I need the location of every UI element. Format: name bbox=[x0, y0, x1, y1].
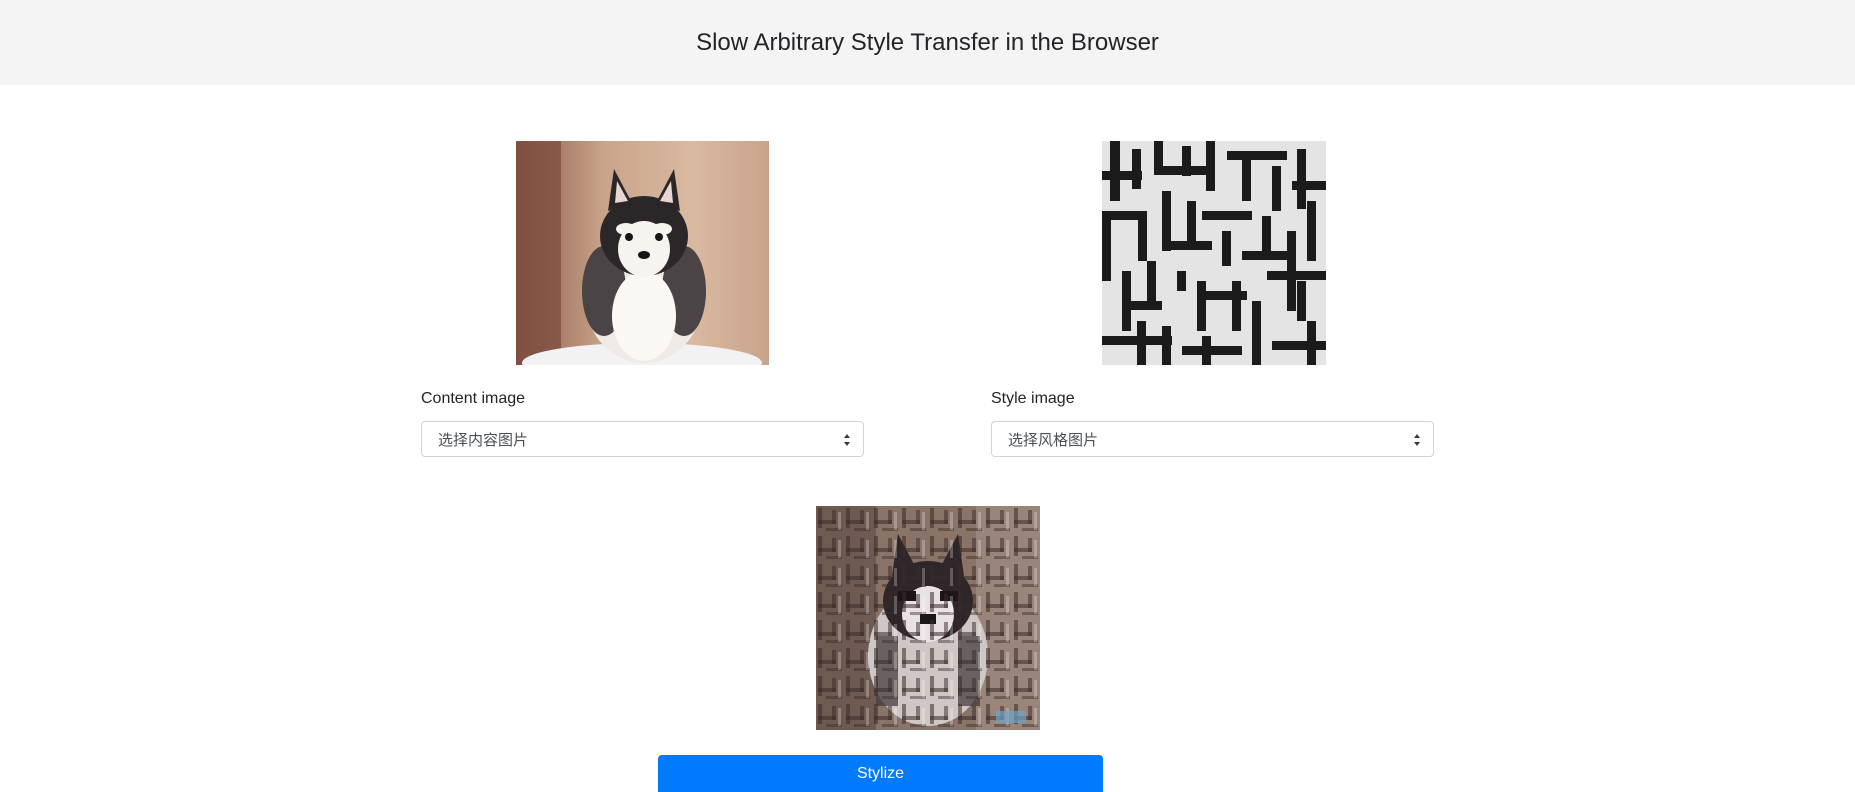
style-image-label: Style image bbox=[991, 390, 1075, 407]
stylized-result-image bbox=[816, 506, 1040, 730]
style-image-select[interactable]: 选择风格图片 bbox=[991, 421, 1434, 457]
select-caret-icon bbox=[1414, 434, 1420, 446]
style-image bbox=[1102, 141, 1326, 365]
page-title: Slow Arbitrary Style Transfer in the Bro… bbox=[696, 28, 1159, 56]
select-caret-icon bbox=[844, 434, 850, 446]
page-header: Slow Arbitrary Style Transfer in the Bro… bbox=[0, 0, 1855, 85]
stylize-button[interactable]: Stylize bbox=[658, 755, 1103, 792]
content-select-value: 选择内容图片 bbox=[438, 430, 529, 449]
style-select-value: 选择风格图片 bbox=[1008, 430, 1099, 449]
content-image-label: Content image bbox=[421, 390, 526, 407]
content-image-select[interactable]: 选择内容图片 bbox=[421, 421, 864, 457]
content-image bbox=[516, 141, 769, 365]
